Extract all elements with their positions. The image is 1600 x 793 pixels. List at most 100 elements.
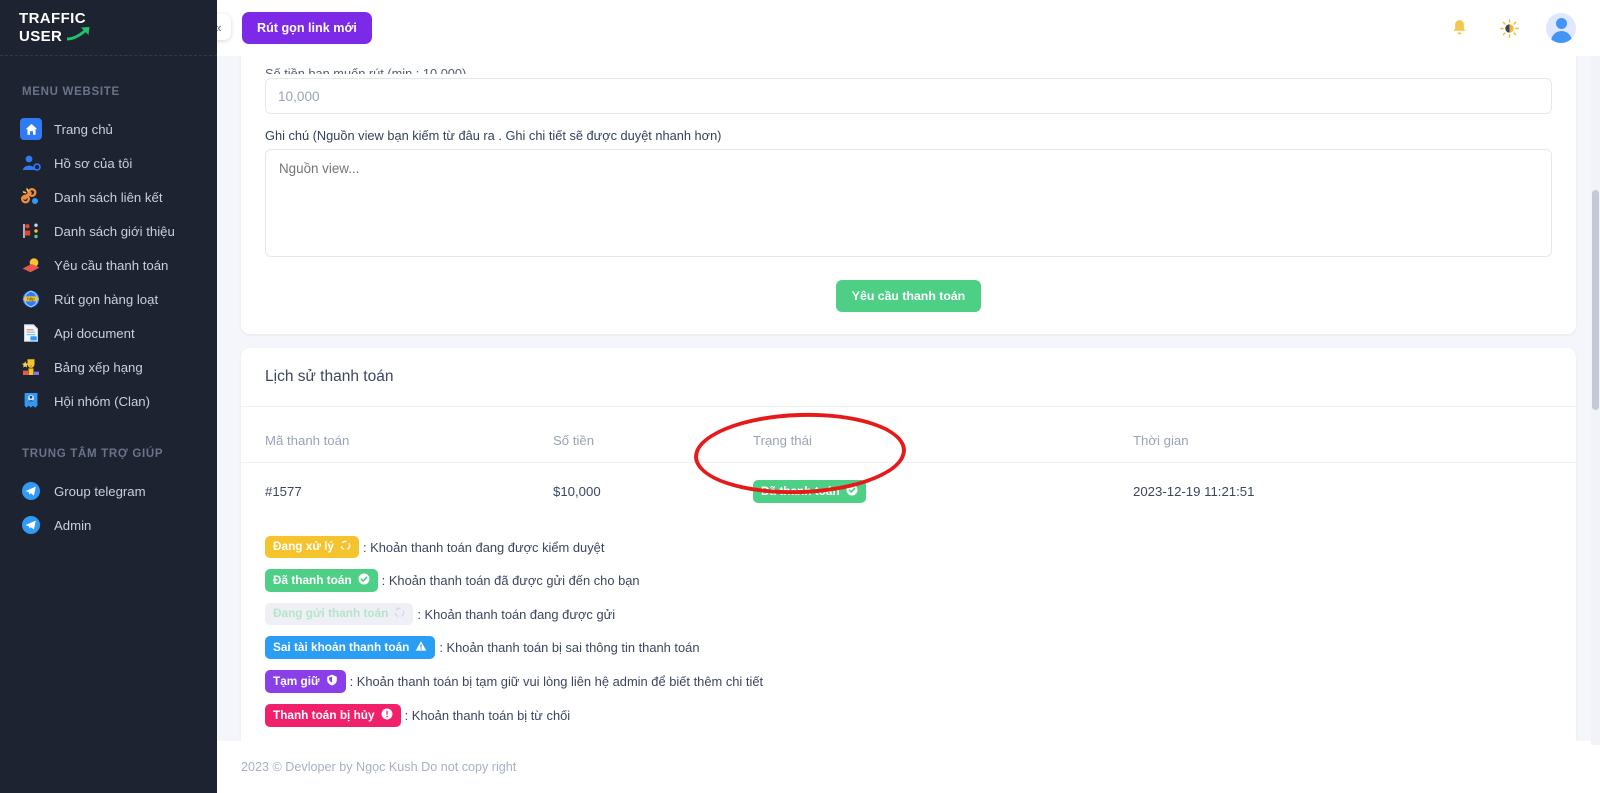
sidebar-section-website: MENU WEBSITE — [22, 86, 120, 98]
column-header-status: Trạng thái — [729, 407, 1109, 463]
warning-icon — [415, 640, 427, 655]
topbar-actions — [1446, 13, 1576, 43]
telegram-icon — [20, 480, 42, 502]
cell-amount: $10,000 — [553, 484, 601, 499]
payment-history-title: Lịch sử thanh toán — [241, 348, 1576, 407]
footer-copyright: 2023 © Devloper by Ngọc Kush Do not copy… — [241, 760, 517, 774]
amount-field-label: Số tiền bạn muốn rút (min : 10,000) — [265, 66, 467, 74]
brightness-icon[interactable] — [1496, 15, 1522, 41]
sidebar-section-help: TRUNG TÂM TRỢ GIÚP — [22, 448, 164, 460]
legend-desc: : Khoản thanh toán đã được gửi đến cho b… — [381, 573, 640, 588]
sidebar-item-trang-chu[interactable]: Trang chủ — [0, 112, 217, 146]
sidebar-item-label: Danh sách liên kết — [54, 189, 163, 205]
sidebar-item-bang-xep-hang[interactable]: Bảng xếp hạng — [0, 350, 217, 384]
sidebar-item-danh-sach-gioi-thieu[interactable]: Danh sách giới thiệu — [0, 214, 217, 248]
main-area: « Rút gọn link mới Số tiền bạn muốn rút … — [205, 0, 1600, 793]
legend-desc: : Khoản thanh toán bị tạm giữ vui lòng l… — [349, 674, 764, 689]
legend-row-on-hold: Tạm giữ : Khoản thanh toán bị tạm giữ vu… — [265, 670, 1552, 693]
legend-badge-label: Đang xử lý — [273, 539, 334, 554]
check-circle-icon — [358, 573, 370, 588]
submit-row: Yêu cầu thanh toán — [265, 280, 1552, 312]
exclamation-circle-icon — [381, 708, 393, 723]
status-legend: Đang xử lý : Khoản thanh toán đang được … — [241, 520, 1576, 741]
sidebar-item-ho-so-cua-toi[interactable]: Hồ sơ của tôi — [0, 146, 217, 180]
request-payment-button[interactable]: Yêu cầu thanh toán — [835, 280, 982, 312]
brand-text: TRAFFIC USER — [19, 9, 92, 44]
brand-arrow-icon — [66, 26, 92, 44]
note-field-group: Ghi chú (Nguồn view bạn kiếm từ đâu ra .… — [265, 128, 1552, 262]
svg-text:http: http — [27, 297, 35, 302]
column-header-code: Mã thanh toán — [241, 407, 529, 463]
new-short-link-button[interactable]: Rút gọn link mới — [242, 12, 372, 44]
legend-badge-label: Sai tài khoản thanh toán — [273, 639, 410, 654]
legend-row-processing: Đang xử lý : Khoản thanh toán đang được … — [265, 536, 1552, 558]
profile-icon — [20, 152, 42, 174]
payment-history-table: Mã thanh toán Số tiền Trạng thái Thời gi… — [241, 407, 1576, 520]
legend-badge-label: Đang gửi thanh toán — [273, 606, 389, 621]
telegram-icon — [20, 514, 42, 536]
avatar-body — [1550, 31, 1572, 43]
sidebar-item-yeu-cau-thanh-toan[interactable]: Yêu cầu thanh toán — [0, 248, 217, 282]
table-row: #1577 $10,000 Đã thanh toán 2023-12-19 1… — [241, 463, 1576, 521]
content-scroll-area: Số tiền bạn muốn rút (min : 10,000) 10,0… — [217, 56, 1600, 741]
sidebar-item-hoi-nhom-clan[interactable]: Hội nhóm (Clan) — [0, 384, 217, 418]
sidebar-item-api-document[interactable]: Api document — [0, 316, 217, 350]
brand-line-2: USER — [19, 26, 92, 44]
sidebar-item-label: Danh sách giới thiệu — [54, 223, 175, 239]
legend-desc: : Khoản thanh toán đang được kiểm duyệt — [363, 539, 605, 555]
sidebar-item-label: Hội nhóm (Clan) — [54, 393, 151, 409]
bell-icon[interactable] — [1446, 15, 1472, 41]
brand-line-1: TRAFFIC — [19, 9, 86, 27]
sidebar-item-rut-gon-hang-loat[interactable]: http Rút gọn hàng loạt — [0, 282, 217, 316]
avatar[interactable] — [1546, 13, 1576, 43]
check-circle-icon — [846, 484, 858, 499]
sidebar-item-danh-sach-lien-ket[interactable]: Danh sách liên kết — [0, 180, 217, 214]
legend-badge-on-hold: Tạm giữ — [265, 670, 346, 693]
spinner-icon — [394, 607, 405, 621]
sidebar-item-admin[interactable]: Admin — [0, 508, 217, 542]
spinner-icon — [340, 540, 351, 554]
link-icon — [20, 186, 42, 208]
column-header-time: Thời gian — [1109, 407, 1576, 463]
withdraw-form-card: Số tiền bạn muốn rút (min : 10,000) 10,0… — [241, 56, 1576, 334]
shield-icon — [326, 674, 338, 689]
table-header-row: Mã thanh toán Số tiền Trạng thái Thời gi… — [241, 407, 1576, 463]
legend-row-sending: Đang gửi thanh toán : Khoản thanh toán đ… — [265, 603, 1552, 625]
api-document-icon — [20, 322, 42, 344]
status-badge-label: Đã thanh toán — [761, 483, 840, 498]
cell-code: #1577 — [265, 484, 302, 499]
legend-badge-label: Thanh toán bị hủy — [273, 707, 375, 722]
sidebar-item-label: Group telegram — [54, 483, 146, 499]
sidebar-item-label: Hồ sơ của tôi — [54, 155, 133, 171]
footer: 2023 © Devloper by Ngọc Kush Do not copy… — [217, 741, 1600, 793]
sidebar-item-group-telegram[interactable]: Group telegram — [0, 474, 217, 508]
table-body: #1577 $10,000 Đã thanh toán 2023-12-19 1… — [241, 463, 1576, 521]
legend-badge-label: Tạm giữ — [273, 673, 320, 688]
note-field-label: Ghi chú (Nguồn view bạn kiếm từ đâu ra .… — [265, 128, 722, 143]
note-input[interactable] — [265, 149, 1552, 257]
legend-desc: : Khoản thanh toán đang được gửi — [417, 606, 616, 622]
clan-icon — [20, 390, 42, 412]
legend-row-cancelled: Thanh toán bị hủy : Khoản thanh toán bị … — [265, 704, 1552, 727]
amount-input[interactable]: 10,000 — [265, 78, 1552, 114]
page-scrollbar-thumb[interactable] — [1592, 190, 1599, 410]
legend-badge-processing: Đang xử lý — [265, 536, 359, 558]
home-icon — [20, 118, 42, 140]
referral-icon — [20, 220, 42, 242]
sidebar-item-label: Bảng xếp hạng — [54, 359, 143, 375]
legend-badge-cancelled: Thanh toán bị hủy — [265, 704, 401, 727]
sidebar: TRAFFIC USER MENU WEBSITE Trang chủ Hồ s… — [0, 0, 217, 793]
legend-badge-sending: Đang gửi thanh toán — [265, 603, 414, 625]
app-root: TRAFFIC USER MENU WEBSITE Trang chủ Hồ s… — [0, 0, 1600, 793]
status-badge: Đã thanh toán — [753, 480, 866, 503]
legend-badge-label: Đã thanh toán — [273, 572, 352, 587]
sidebar-item-label: Trang chủ — [54, 121, 113, 137]
brand-logo[interactable]: TRAFFIC USER — [0, 0, 217, 56]
column-header-amount: Số tiền — [529, 407, 729, 463]
avatar-head — [1555, 18, 1567, 29]
legend-badge-paid: Đã thanh toán — [265, 569, 378, 592]
sidebar-item-label: Rút gọn hàng loạt — [54, 291, 159, 307]
sidebar-item-label: Admin — [54, 517, 92, 533]
sidebar-item-label: Yêu cầu thanh toán — [54, 257, 169, 273]
payment-request-icon — [20, 254, 42, 276]
